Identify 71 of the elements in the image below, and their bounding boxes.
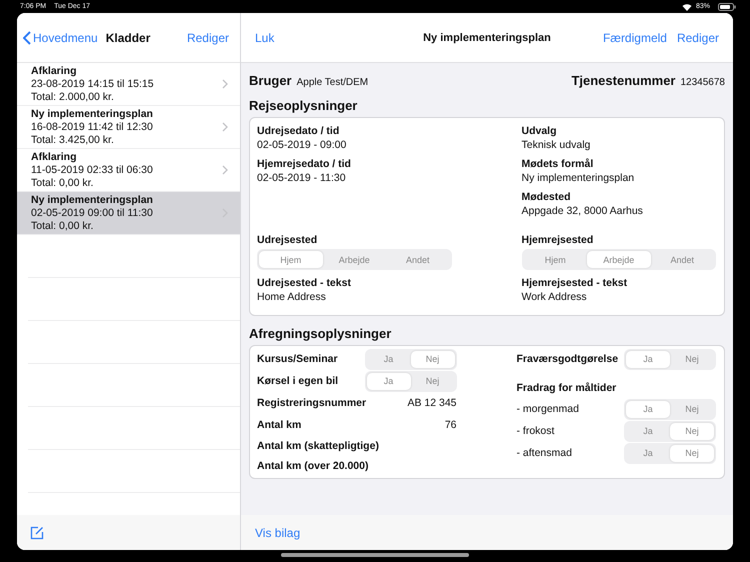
setting-label: Kørsel i egen bil	[257, 375, 340, 387]
setting-label: Fradrag for måltider	[516, 382, 618, 394]
field-label: Mødets formål	[522, 157, 594, 171]
setting-label: Antal km	[257, 419, 302, 431]
segment-option[interactable]: Arbejde	[587, 251, 650, 268]
back-chevron-icon	[23, 30, 31, 44]
draft-list-item[interactable]: Ny implementeringsplan 16-08-2019 11:42 til 12:30 Total: 3.425,00 kr.	[17, 106, 240, 149]
setting-value: AB 12 345	[407, 397, 456, 409]
field-value: 02-05-2019 - 11:30	[257, 171, 347, 186]
setting-label: - morgenmad	[516, 403, 580, 415]
chevron-icon	[222, 122, 228, 132]
segment-option[interactable]: Ja	[626, 350, 670, 368]
field-value: Appgade 32, 8000 Aarhus	[522, 204, 644, 219]
field-label: Hjemrejsedato / tid	[257, 157, 352, 171]
segment-option[interactable]: Ja	[626, 422, 670, 440]
setting-label: Registreringsnummer	[257, 397, 368, 409]
segment-option[interactable]: Ja	[366, 350, 410, 368]
edit-link[interactable]: Rediger	[186, 30, 229, 44]
section-heading: Rejseoplysninger	[249, 98, 358, 113]
field-label: Udvalg	[522, 124, 558, 138]
segment-option[interactable]: Nej	[410, 372, 454, 390]
field-value: 02-05-2019 - 09:00	[257, 138, 348, 153]
draft-list-item[interactable]: Afklaring 23-08-2019 14:15 til 15:15 Total: 2.000,00 kr.	[17, 63, 240, 106]
field-label: Hjemrejsested	[522, 233, 594, 247]
section-heading: Afregningsoplysninger	[249, 326, 392, 341]
segment-option[interactable]: Nej	[670, 422, 714, 440]
segment-option[interactable]: Nej	[670, 444, 714, 462]
setting-label: Fraværsgodtgørelse	[516, 353, 620, 365]
field-value: Work Address	[522, 290, 588, 305]
back-link[interactable]: Hovedmenu	[23, 30, 98, 44]
setting-label: Antal km (skattepligtige)	[257, 440, 380, 452]
segment-option[interactable]: Andet	[386, 251, 450, 268]
field-label: Hjemrejsested - tekst	[522, 276, 628, 290]
segment-option[interactable]: Hjem	[524, 251, 587, 268]
user-label: Bruger	[249, 73, 292, 88]
nav-action-link[interactable]: Rediger	[676, 30, 719, 44]
field-label: Mødested	[522, 190, 572, 204]
segment-option[interactable]: Arbejde	[322, 251, 386, 268]
field-label: Udrejsedato / tid	[257, 124, 340, 138]
segment-option[interactable]: Andet	[650, 251, 714, 268]
field-value: Teknisk udvalg	[522, 138, 592, 153]
segment-option[interactable]: Hjem	[259, 251, 322, 268]
field-value: Home Address	[257, 290, 327, 305]
segment-option[interactable]: Ja	[366, 372, 410, 390]
segment-option[interactable]: Ja	[626, 444, 670, 462]
segment-option[interactable]: Nej	[670, 400, 714, 418]
setting-value: 76	[444, 419, 456, 431]
service-number-value: 12345678	[680, 77, 725, 88]
close-link[interactable]: Luk	[255, 30, 274, 44]
user-value: Apple Test/DEM	[296, 77, 368, 88]
service-number-label: Tjenestenummer	[571, 73, 676, 88]
setting-label: - aftensmad	[516, 447, 573, 459]
field-label: Udrejsested	[257, 233, 318, 247]
show-attachments-link[interactable]: Vis bilag	[255, 526, 300, 540]
compose-icon[interactable]	[30, 526, 44, 540]
field-label: Udrejsested - tekst	[257, 276, 352, 290]
chevron-icon	[222, 79, 228, 89]
sidebar-title: Kladder	[106, 30, 150, 44]
segment-option[interactable]: Nej	[410, 350, 454, 368]
setting-label: - frokost	[516, 425, 556, 437]
setting-label: Kursus/Seminar	[257, 353, 339, 365]
chevron-icon	[222, 165, 228, 175]
wifi-icon	[682, 2, 692, 10]
segment-option[interactable]: Ja	[626, 400, 670, 418]
draft-list-item[interactable]: Ny implementeringsplan 02-05-2019 09:00 til 11:30 Total: 0,00 kr.	[17, 192, 240, 235]
setting-label: Antal km (over 20.000)	[257, 460, 370, 472]
field-value: Ny implementeringsplan	[522, 171, 636, 186]
detail-title: Ny implementeringsplan	[423, 32, 551, 44]
battery-icon	[718, 2, 736, 10]
nav-action-link[interactable]: Færdigmeld	[602, 30, 667, 44]
segment-option[interactable]: Nej	[670, 350, 714, 368]
